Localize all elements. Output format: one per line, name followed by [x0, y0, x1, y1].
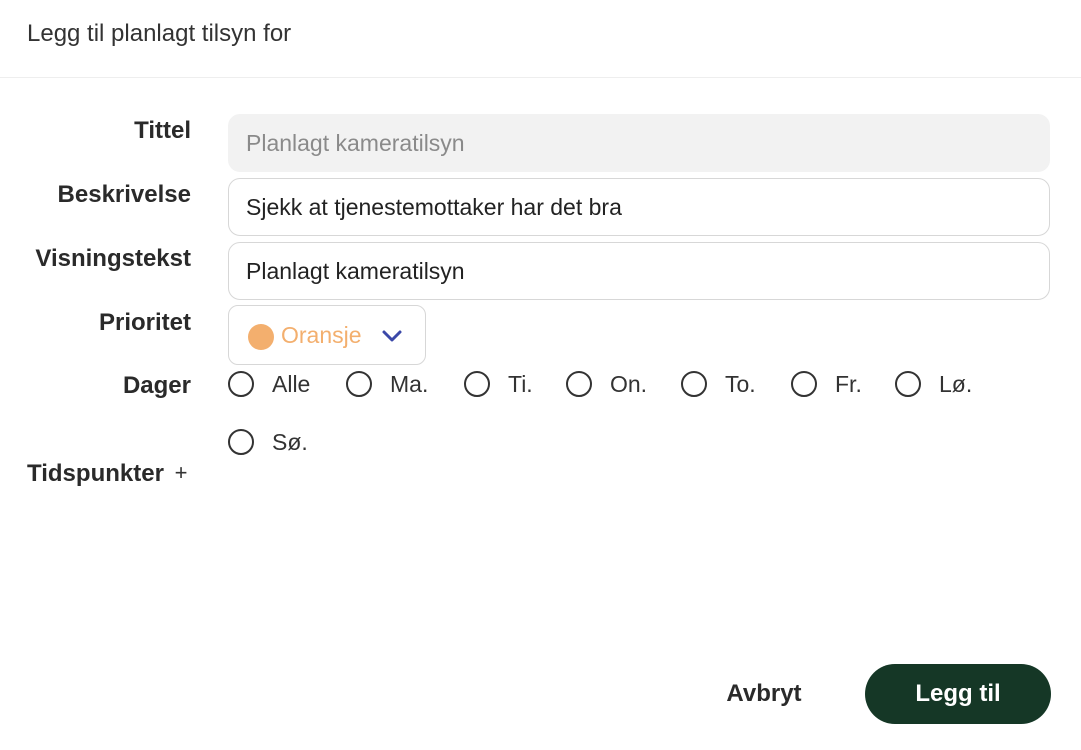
- days-label: Dager: [122, 372, 191, 399]
- chevron-down-icon: [382, 330, 402, 342]
- title-field: [228, 114, 1050, 172]
- dialog-header: Legg til planlagt tilsyn for: [0, 0, 1081, 78]
- cancel-button[interactable]: Avbryt: [712, 664, 816, 724]
- day-radio-label: Fr.: [835, 370, 862, 397]
- day-radio-fri[interactable]: Fr.: [791, 364, 862, 404]
- day-radio-label: Alle: [272, 370, 311, 397]
- add-planned-check-dialog: Legg til planlagt tilsyn for Tittel Besk…: [0, 0, 1081, 750]
- description-label: Beskrivelse: [57, 181, 191, 208]
- priority-value: Oransje: [281, 322, 362, 348]
- day-radio-mon[interactable]: Ma.: [346, 364, 428, 404]
- radio-circle[interactable]: [681, 371, 707, 397]
- day-radio-tue[interactable]: Ti.: [464, 364, 533, 404]
- radio-circle[interactable]: [228, 371, 254, 397]
- priority-color-dot: [248, 324, 274, 350]
- description-field[interactable]: [228, 178, 1050, 236]
- priority-label: Prioritet: [98, 309, 191, 336]
- day-radio-label: Ma.: [390, 370, 429, 397]
- radio-circle[interactable]: [791, 371, 817, 397]
- dialog-title: Legg til planlagt tilsyn for: [27, 20, 292, 47]
- radio-circle[interactable]: [346, 371, 372, 397]
- day-radio-label: Ti.: [508, 370, 533, 397]
- display-text-label: Visningstekst: [35, 245, 191, 272]
- title-label: Tittel: [134, 117, 191, 144]
- add-time-button[interactable]: +: [170, 459, 192, 487]
- day-radio-thu[interactable]: To.: [681, 364, 756, 404]
- day-radio-label: Sø.: [272, 428, 308, 455]
- times-label: Tidspunkter: [27, 460, 164, 487]
- day-radio-all[interactable]: Alle: [228, 364, 310, 404]
- add-button[interactable]: Legg til: [865, 664, 1051, 724]
- day-radio-label: On.: [610, 370, 648, 397]
- day-radio-sun[interactable]: Sø.: [228, 422, 308, 462]
- radio-circle[interactable]: [228, 429, 254, 455]
- display-text-field[interactable]: [228, 242, 1050, 300]
- day-radio-label: To.: [725, 370, 756, 397]
- day-radio-label: Lø.: [939, 370, 973, 397]
- radio-circle[interactable]: [464, 371, 490, 397]
- priority-select[interactable]: Oransje: [228, 305, 426, 365]
- day-radio-wed[interactable]: On.: [566, 364, 647, 404]
- radio-circle[interactable]: [566, 371, 592, 397]
- day-radio-sat[interactable]: Lø.: [895, 364, 972, 404]
- radio-circle[interactable]: [895, 371, 921, 397]
